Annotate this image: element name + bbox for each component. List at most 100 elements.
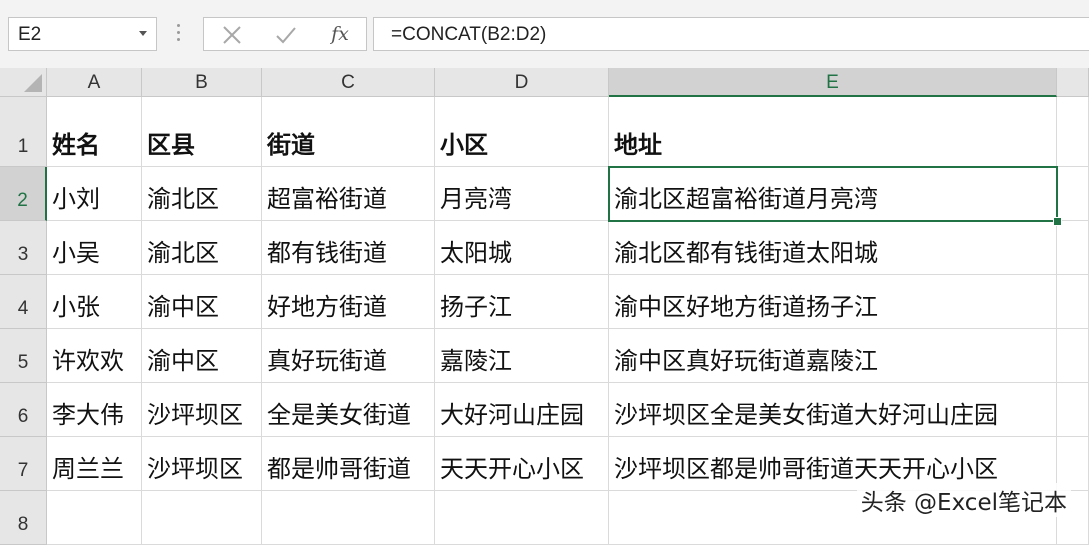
cell-f5[interactable] [1057,329,1089,383]
cell-d3[interactable]: 太阳城 [435,221,609,275]
cell-c4[interactable]: 好地方街道 [262,275,435,329]
cell-f6[interactable] [1057,383,1089,437]
name-box[interactable]: E2 [8,17,157,51]
cell-d6[interactable]: 大好河山庄园 [435,383,609,437]
cell-a3[interactable]: 小吴 [47,221,142,275]
cell-b7[interactable]: 沙坪坝区 [142,437,262,491]
cell-value: 沙坪坝区都是帅哥街道天天开心小区 [614,455,998,483]
cell-a4[interactable]: 小张 [47,275,142,329]
row-header-label: 1 [17,136,29,157]
row-header-6[interactable]: 6 [0,383,47,437]
column-header-c[interactable]: C [262,68,435,97]
row-header-4[interactable]: 4 [0,275,47,329]
cell-d7[interactable]: 天天开心小区 [435,437,609,491]
row-header-7[interactable]: 7 [0,437,47,491]
cell-value: 渝北区 [147,239,219,267]
cell-e5[interactable]: 渝中区真好玩街道嘉陵江 [609,329,1057,383]
formula-input[interactable]: =CONCAT(B2:D2) [373,17,1089,51]
select-all-triangle-icon [24,74,42,92]
cell-value: 超富裕街道 [267,185,387,213]
cell-e3[interactable]: 渝北区都有钱街道太阳城 [609,221,1057,275]
close-icon[interactable] [212,18,252,50]
cell-f2[interactable] [1057,167,1089,221]
cell-b4[interactable]: 渝中区 [142,275,262,329]
cell-b8[interactable] [142,491,262,545]
cell-value: 都有钱街道 [267,239,387,267]
row-header-8[interactable]: 8 [0,491,47,545]
column-header-e[interactable]: E [609,68,1057,97]
cell-value: 大好河山庄园 [440,401,584,429]
cell-value: 小吴 [52,239,100,267]
cell-b2[interactable]: 渝北区 [142,167,262,221]
select-all-button[interactable] [0,68,47,97]
cell-b3[interactable]: 渝北区 [142,221,262,275]
cell-c1[interactable]: 街道 [262,97,435,167]
cell-value: 全是美女街道 [267,401,411,429]
cell-value: 都是帅哥街道 [267,455,411,483]
cell-d8[interactable] [435,491,609,545]
cell-value: 小区 [440,131,488,159]
cell-b1[interactable]: 区县 [142,97,262,167]
row-header-label: 5 [17,352,29,373]
fill-handle[interactable] [1053,217,1062,226]
cell-f1[interactable] [1057,97,1089,167]
cell-value: 沙坪坝区全是美女街道大好河山庄园 [614,401,998,429]
cell-value: 小刘 [52,185,100,213]
cell-a8[interactable] [47,491,142,545]
cell-f3[interactable] [1057,221,1089,275]
cell-value: 李大伟 [52,401,124,429]
cell-value: 周兰兰 [52,455,124,483]
cell-e2[interactable]: 渝北区超富裕街道月亮湾 [609,167,1057,221]
row-header-label: 4 [17,298,29,319]
row-header-5[interactable]: 5 [0,329,47,383]
cell-value: 渝中区真好玩街道嘉陵江 [614,347,878,375]
cell-d5[interactable]: 嘉陵江 [435,329,609,383]
column-header-f[interactable] [1057,68,1089,97]
cell-value: 沙坪坝区 [147,455,243,483]
cell-a1[interactable]: 姓名 [47,97,142,167]
cell-c5[interactable]: 真好玩街道 [262,329,435,383]
row-header-2[interactable]: 2 [0,167,47,221]
cell-c2[interactable]: 超富裕街道 [262,167,435,221]
cell-a5[interactable]: 许欢欢 [47,329,142,383]
cell-value: 姓名 [52,131,100,159]
cell-value: 区县 [147,131,195,159]
cell-value: 渝中区 [147,293,219,321]
row-header-label: 6 [17,406,29,427]
cell-value: 天天开心小区 [440,455,584,483]
row-header-3[interactable]: 3 [0,221,47,275]
column-header-a[interactable]: A [47,68,142,97]
cell-b6[interactable]: 沙坪坝区 [142,383,262,437]
cell-value: 嘉陵江 [440,347,512,375]
column-header-b[interactable]: B [142,68,262,97]
cell-value: 地址 [614,131,662,159]
cell-d2[interactable]: 月亮湾 [435,167,609,221]
cell-f4[interactable] [1057,275,1089,329]
cell-b5[interactable]: 渝中区 [142,329,262,383]
cell-d1[interactable]: 小区 [435,97,609,167]
cell-d4[interactable]: 扬子江 [435,275,609,329]
chevron-down-icon[interactable] [139,31,147,36]
cell-value: 许欢欢 [52,347,124,375]
cell-value: 太阳城 [440,239,512,267]
cell-e6[interactable]: 沙坪坝区全是美女街道大好河山庄园 [609,383,1057,437]
cell-c8[interactable] [262,491,435,545]
formula-buttons: fx [203,17,367,51]
cell-value: 扬子江 [440,293,512,321]
checkmark-icon[interactable] [266,18,306,50]
cell-c7[interactable]: 都是帅哥街道 [262,437,435,491]
cell-e4[interactable]: 渝中区好地方街道扬子江 [609,275,1057,329]
cell-a6[interactable]: 李大伟 [47,383,142,437]
insert-function-button[interactable]: fx [320,18,360,50]
cell-e1[interactable]: 地址 [609,97,1057,167]
cell-value: 真好玩街道 [267,347,387,375]
cell-c6[interactable]: 全是美女街道 [262,383,435,437]
cell-a7[interactable]: 周兰兰 [47,437,142,491]
formula-bar: E2 fx =CONCAT(B2:D2) [0,0,1089,69]
cell-c3[interactable]: 都有钱街道 [262,221,435,275]
cell-a2[interactable]: 小刘 [47,167,142,221]
drag-handle-icon[interactable] [177,24,181,46]
column-header-d[interactable]: D [435,68,609,97]
row-header-1[interactable]: 1 [0,97,47,167]
cell-value: 渝中区好地方街道扬子江 [614,293,878,321]
